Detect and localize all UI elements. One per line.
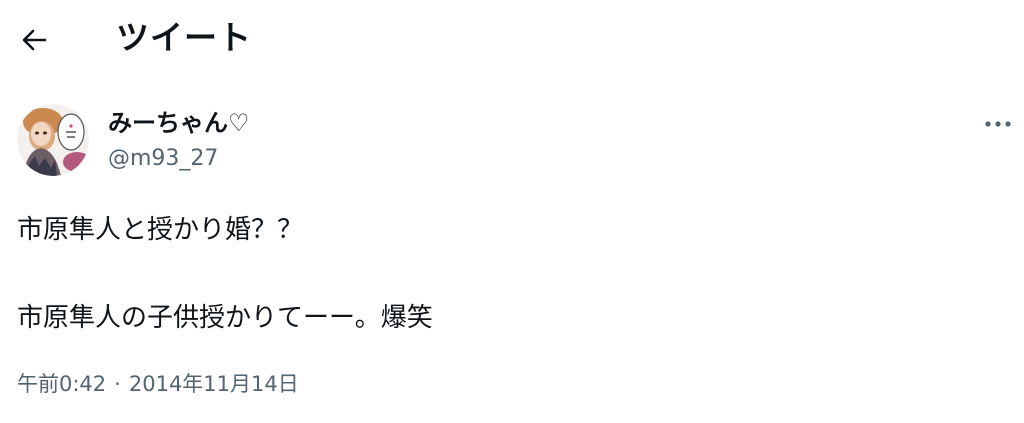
back-button[interactable] <box>14 20 54 60</box>
tweet-date: 2014年11月14日 <box>128 372 299 396</box>
meta-separator: · <box>114 372 121 396</box>
arrow-left-icon <box>22 29 47 51</box>
author-display-name[interactable]: みーちゃん♡ <box>108 106 250 140</box>
avatar-image <box>17 104 89 176</box>
top-bar: ツイート <box>0 0 1024 78</box>
avatar[interactable] <box>17 104 89 176</box>
page-title: ツイート <box>116 18 252 57</box>
tweet-text-line: 市原隼人と授かり婚？？ <box>17 215 304 245</box>
tweet-text-line: 市原隼人の子供授かりてーー。爆笑 <box>17 303 433 333</box>
tweet-detail-page: ツイート みーちゃん♡ @m93_27 市原隼人と授かり婚？？ 市原隼人の子供授… <box>0 0 1024 423</box>
tweet-time: 午前0:42 <box>17 372 107 396</box>
tweet-timestamp[interactable]: 午前0:42 · 2014年11月14日 <box>17 368 299 400</box>
more-options-button[interactable] <box>978 110 1018 138</box>
author-handle[interactable]: @m93_27 <box>108 143 218 175</box>
more-dots-icon <box>985 121 1011 127</box>
